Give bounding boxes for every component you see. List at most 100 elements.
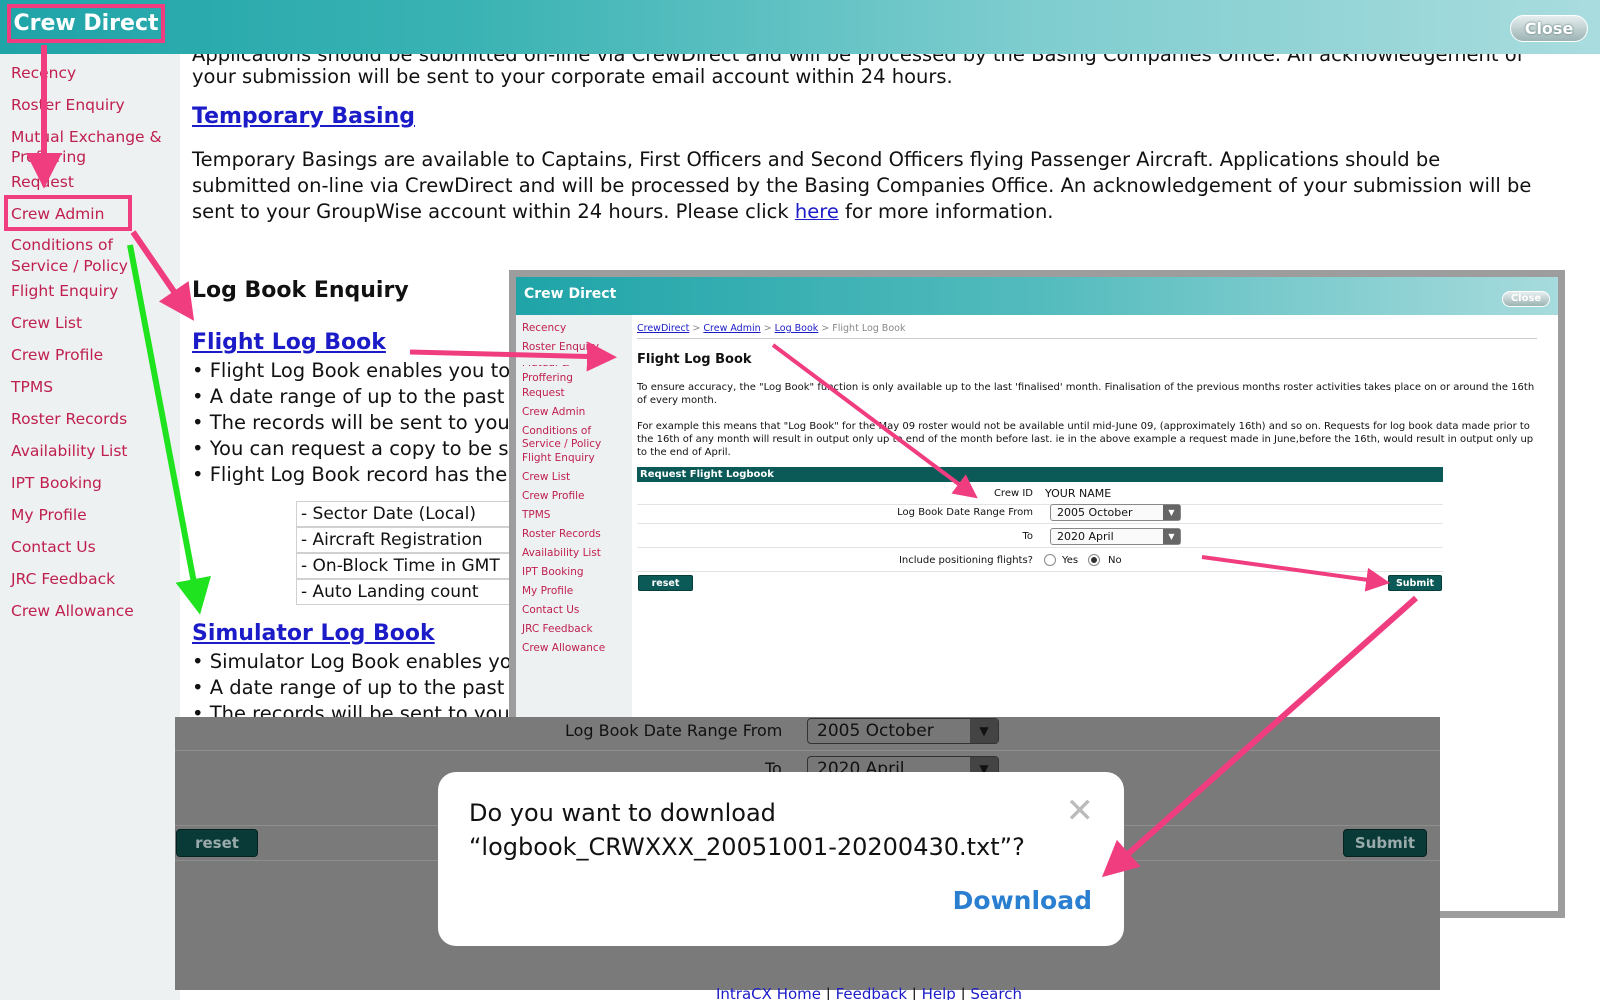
positioning-yes-label: Yes (1062, 555, 1079, 566)
breadcrumb-separator: > (689, 323, 704, 334)
flight-bullet-4: • You can request a copy to be s (192, 437, 509, 460)
inner-nav-my-profile[interactable]: My Profile (522, 585, 573, 598)
date-to-row: To 2020 April ▼ (637, 525, 1443, 548)
sidebar-item-ipt-booking[interactable]: IPT Booking (11, 474, 102, 492)
inner-nav-recency[interactable]: Recency (522, 322, 566, 335)
temporary-basing-text-line3: sent to your GroupWise account within 24… (192, 199, 1054, 225)
breadcrumb-crew-admin[interactable]: Crew Admin (703, 323, 760, 334)
flight-bullet-5: • Flight Log Book record has the (192, 463, 508, 486)
breadcrumb-crewdirect[interactable]: CrewDirect (637, 323, 689, 334)
sidebar-item-my-profile[interactable]: My Profile (11, 506, 87, 524)
inner-close-button[interactable]: Close (1502, 291, 1550, 307)
footer-link-search[interactable]: Search (970, 985, 1022, 1000)
footer-separator: | (955, 985, 971, 1000)
close-icon[interactable]: ✕ (1066, 794, 1095, 828)
download-button[interactable]: Download (953, 886, 1092, 915)
sidebar-item-recency[interactable]: Recency (11, 64, 76, 82)
close-button[interactable]: Close (1510, 15, 1588, 42)
inner-header: Crew Direct Close (516, 277, 1558, 315)
chevron-down-icon: ▼ (1163, 529, 1180, 544)
simulator-log-book-link[interactable]: Simulator Log Book (192, 621, 435, 646)
record-field-sector-date: - Sector Date (Local) (296, 501, 526, 527)
footer-link-intracx-home[interactable]: IntraCX Home (716, 985, 821, 1000)
inner-reset-button[interactable]: reset (638, 575, 693, 591)
footer-link-feedback[interactable]: Feedback (836, 985, 907, 1000)
sidebar-item-roster-records[interactable]: Roster Records (11, 410, 127, 428)
download-dialog: Do you want to download “logbook_CRWXXX_… (438, 772, 1124, 946)
flight-bullet-1: • Flight Log Book enables you to (192, 359, 511, 382)
inner-nav-roster-enquiry[interactable]: Roster Enquiry (522, 341, 599, 354)
overlay-date-from-select[interactable]: 2005 October ▼ (807, 718, 999, 744)
sidebar-item-mutual-exchange[interactable]: Mutual Exchange & (11, 128, 162, 146)
date-from-label: Log Book Date Range From (897, 507, 1033, 518)
download-question-line1: Do you want to download (469, 799, 776, 827)
app-header: Crew Direct Close (0, 0, 1600, 54)
inner-nav-contact-us[interactable]: Contact Us (522, 604, 579, 617)
download-filename: “logbook_CRWXXX_20051001-20200430.txt”? (469, 833, 1025, 861)
flight-bullet-3: • The records will be sent to you (192, 411, 510, 434)
inner-nav-availability-list[interactable]: Availability List (522, 547, 601, 560)
date-to-label: To (1022, 531, 1033, 542)
breadcrumb-current: Flight Log Book (832, 323, 906, 334)
date-to-select[interactable]: 2020 April ▼ (1050, 528, 1181, 545)
inner-nav-crew-admin[interactable]: Crew Admin (522, 406, 585, 419)
inner-nav-conditions-line2[interactable]: Service / Policy (522, 438, 601, 451)
crew-admin-highlight (4, 195, 132, 231)
sidebar-item-conditions[interactable]: Conditions of (11, 236, 113, 254)
inner-submit-button[interactable]: Submit (1388, 575, 1442, 591)
breadcrumb-log-book[interactable]: Log Book (775, 323, 819, 334)
record-field-aircraft-registration: - Aircraft Registration (296, 527, 526, 553)
breadcrumb-separator: > (760, 323, 775, 334)
flight-log-book-link[interactable]: Flight Log Book (192, 330, 386, 355)
temporary-basing-text-post: for more information. (838, 200, 1054, 223)
sidebar-item-contact-us[interactable]: Contact Us (11, 538, 96, 556)
date-from-row: Log Book Date Range From 2005 October ▼ (637, 501, 1443, 524)
sidebar-item-conditions-line2[interactable]: Service / Policy (11, 257, 128, 275)
inner-nav-flight-enquiry[interactable]: Flight Enquiry (522, 452, 595, 465)
sidebar-item-crew-allowance[interactable]: Crew Allowance (11, 602, 134, 620)
inner-nav-conditions[interactable]: Conditions of (522, 425, 591, 438)
overlay-date-from-label: Log Book Date Range From (565, 721, 783, 740)
request-flight-logbook-bar: Request Flight Logbook (637, 467, 1443, 482)
date-from-select[interactable]: 2005 October ▼ (1050, 504, 1181, 521)
positioning-no-radio[interactable] (1088, 554, 1100, 566)
inner-nav-crew-profile[interactable]: Crew Profile (522, 490, 584, 503)
record-field-on-block-time: - On-Block Time in GMT (296, 553, 526, 579)
overlay-submit-button[interactable]: Submit (1343, 829, 1427, 857)
footer-separator: | (821, 985, 836, 1000)
positioning-row: Include positioning flights? Yes No (637, 549, 1443, 572)
chevron-down-icon: ▼ (970, 719, 998, 743)
inner-nav-proffering[interactable]: Proffering (522, 372, 573, 385)
inner-nav-crew-list[interactable]: Crew List (522, 471, 570, 484)
sim-bullet-2: • A date range of up to the past (192, 676, 505, 699)
sidebar-item-tpms[interactable]: TPMS (11, 378, 53, 396)
sidebar-item-crew-list[interactable]: Crew List (11, 314, 82, 332)
sidebar-item-availability-list[interactable]: Availability List (11, 442, 128, 460)
inner-nav-crew-allowance[interactable]: Crew Allowance (522, 642, 605, 655)
date-from-value: 2005 October (1057, 506, 1133, 519)
temporary-basing-text-line1: Temporary Basings are available to Capta… (192, 148, 1441, 171)
positioning-yes-radio[interactable] (1044, 554, 1056, 566)
sidebar-item-mutual-exchange-line2[interactable]: Proffering (11, 148, 86, 166)
inner-nav-request[interactable]: Request (522, 387, 565, 400)
inner-nav-roster-records[interactable]: Roster Records (522, 528, 601, 541)
overlay-date-from-value: 2005 October (817, 721, 934, 741)
intro-text-line2: your submission will be sent to your cor… (192, 65, 953, 88)
sidebar-item-mutual-exchange-line3[interactable]: Request (11, 173, 74, 191)
footer-link-help[interactable]: Help (922, 985, 956, 1000)
overlay-reset-button[interactable]: reset (176, 829, 258, 857)
sidebar-item-roster-enquiry[interactable]: Roster Enquiry (11, 96, 125, 114)
inner-nav-jrc-feedback[interactable]: JRC Feedback (522, 623, 593, 636)
chevron-down-icon: ▼ (1163, 505, 1180, 520)
positioning-label: Include positioning flights? (898, 555, 1033, 566)
inner-nav-ipt-booking[interactable]: IPT Booking (522, 566, 584, 579)
inner-info-paragraph-1: To ensure accuracy, the "Log Book" funct… (637, 382, 1535, 406)
sidebar-item-jrc-feedback[interactable]: JRC Feedback (11, 570, 115, 588)
sidebar-item-crew-profile[interactable]: Crew Profile (11, 346, 103, 364)
inner-info-paragraph-2: For example this means that "Log Book" f… (637, 421, 1534, 458)
sidebar-item-flight-enquiry[interactable]: Flight Enquiry (11, 282, 118, 300)
sim-bullet-1: • Simulator Log Book enables yo (192, 650, 512, 673)
temporary-basing-link[interactable]: Temporary Basing (192, 104, 415, 129)
here-link[interactable]: here (795, 200, 839, 223)
inner-nav-tpms[interactable]: TPMS (522, 509, 550, 522)
